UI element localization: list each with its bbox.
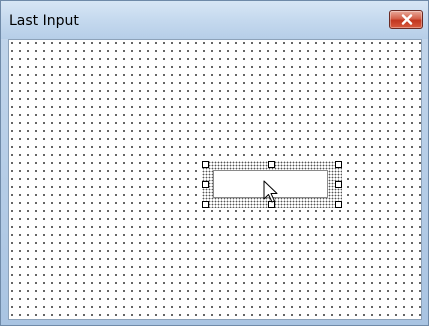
title-bar[interactable]: Last Input — [1, 1, 428, 39]
resize-handle-top-left[interactable] — [202, 161, 209, 168]
resize-handle-top-center[interactable] — [268, 161, 275, 168]
textbox-field[interactable] — [213, 170, 328, 198]
close-icon — [401, 14, 413, 25]
form-window: Last Input — [0, 0, 429, 326]
resize-handle-bottom-left[interactable] — [202, 201, 209, 208]
resize-handle-middle-right[interactable] — [335, 181, 342, 188]
selected-textbox-control[interactable] — [202, 161, 342, 208]
resize-handle-middle-left[interactable] — [202, 181, 209, 188]
resize-handle-top-right[interactable] — [335, 161, 342, 168]
form-design-surface[interactable] — [8, 39, 422, 320]
close-button[interactable] — [389, 10, 423, 29]
resize-handle-bottom-right[interactable] — [335, 201, 342, 208]
resize-handle-bottom-center[interactable] — [268, 201, 275, 208]
window-title: Last Input — [9, 13, 79, 29]
